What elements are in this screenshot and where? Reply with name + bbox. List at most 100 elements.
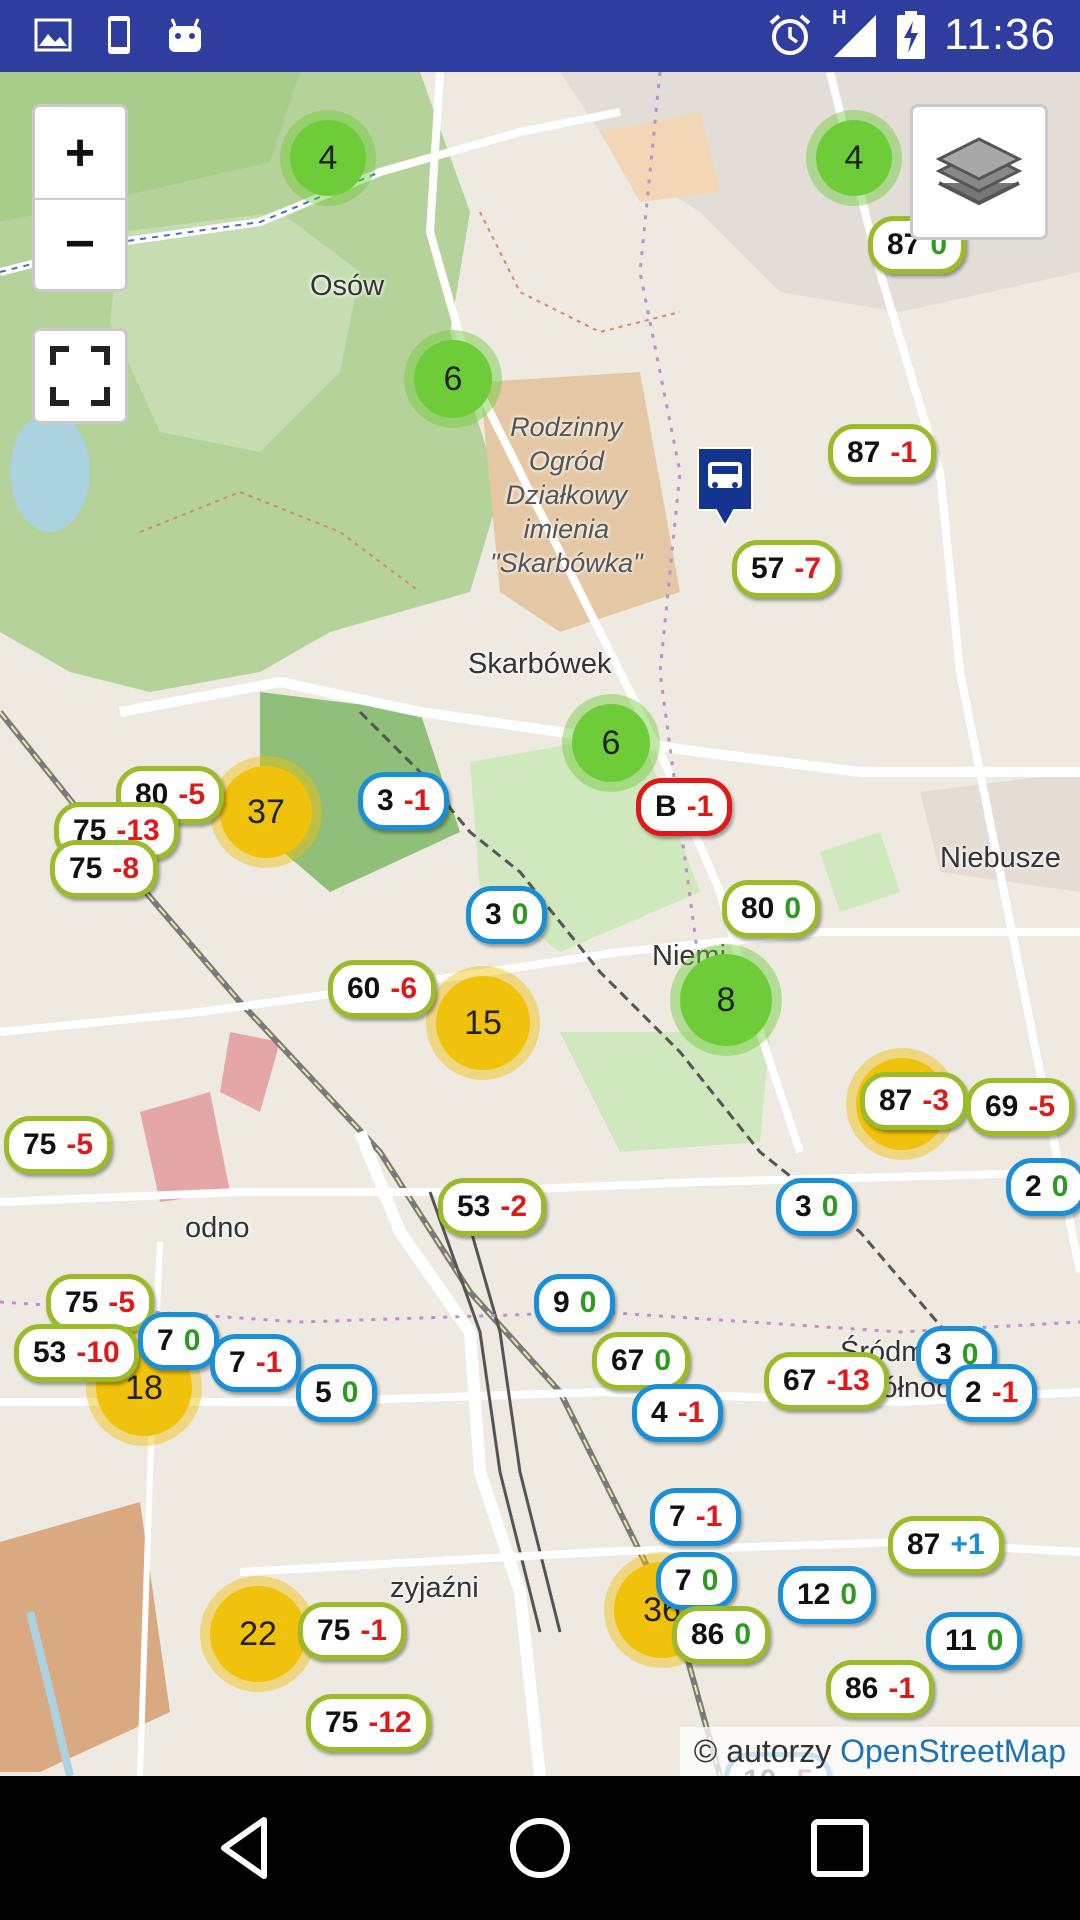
vehicle-marker[interactable]: 30 bbox=[776, 1178, 858, 1236]
openstreetmap-link[interactable]: OpenStreetMap bbox=[840, 1733, 1066, 1769]
vehicle-delay: -1 bbox=[403, 784, 431, 817]
network-type-label: H bbox=[832, 7, 847, 29]
vehicle-delay: -5 bbox=[178, 778, 206, 811]
cluster-count: 22 bbox=[210, 1586, 306, 1682]
vehicle-delay: -5 bbox=[66, 1128, 94, 1161]
vehicle-delay: 0 bbox=[511, 898, 529, 931]
vehicle-line: 3 bbox=[935, 1338, 952, 1371]
garden-label-line: Rodzinny bbox=[510, 412, 623, 442]
vehicle-line: 7 bbox=[229, 1346, 246, 1379]
zoom-in-button[interactable]: + bbox=[35, 107, 125, 200]
vehicle-line: 75 bbox=[317, 1614, 351, 1647]
vehicle-line: 69 bbox=[985, 1090, 1019, 1123]
bus-stop-icon[interactable] bbox=[694, 444, 758, 534]
vehicle-delay: -1 bbox=[888, 1672, 916, 1705]
image-icon bbox=[34, 18, 72, 52]
vehicle-marker[interactable]: 80 0 bbox=[722, 880, 821, 938]
vehicle-line: 2 bbox=[965, 1376, 982, 1409]
vehicle-marker[interactable]: 86 0 bbox=[672, 1606, 771, 1664]
vehicle-line: B bbox=[655, 790, 677, 823]
recents-button[interactable] bbox=[804, 1812, 876, 1884]
vehicle-delay: 0 bbox=[784, 892, 802, 925]
vehicle-marker[interactable]: 60 -6 bbox=[328, 960, 437, 1018]
vehicle-line: 67 bbox=[611, 1344, 645, 1377]
vehicle-marker[interactable]: 70 bbox=[656, 1552, 738, 1610]
vehicle-line: 75 bbox=[325, 1706, 359, 1739]
vehicle-marker[interactable]: 3 -1 bbox=[358, 772, 450, 830]
vehicle-line: 53 bbox=[33, 1336, 67, 1369]
system-nav-bar bbox=[0, 1776, 1080, 1920]
phone-icon bbox=[108, 16, 130, 54]
vehicle-marker[interactable]: 67 0 bbox=[592, 1332, 691, 1390]
layers-button[interactable] bbox=[910, 104, 1048, 240]
vehicle-marker[interactable]: 69 -5 bbox=[966, 1078, 1075, 1136]
cluster-count: 6 bbox=[414, 340, 492, 418]
cluster-count: 4 bbox=[290, 120, 366, 196]
vehicle-marker[interactable]: 75 -1 bbox=[298, 1602, 407, 1660]
vehicle-line: 5 bbox=[315, 1376, 332, 1409]
cluster-marker[interactable]: 8 bbox=[670, 944, 782, 1056]
vehicle-marker[interactable]: 12 0 bbox=[778, 1566, 877, 1624]
vehicle-delay: 0 bbox=[821, 1190, 839, 1223]
vehicle-line: 67 bbox=[783, 1364, 817, 1397]
vehicle-delay: -1 bbox=[677, 1396, 705, 1429]
vehicle-line: 75 bbox=[69, 852, 103, 885]
vehicle-marker[interactable]: 50 bbox=[296, 1364, 378, 1422]
home-button[interactable] bbox=[504, 1812, 576, 1884]
vehicle-marker[interactable]: 87 +1 bbox=[888, 1516, 1004, 1574]
vehicle-delay: -5 bbox=[108, 1286, 136, 1319]
vehicle-marker[interactable]: 67 -13 bbox=[764, 1352, 889, 1410]
vehicle-marker[interactable]: 75 -8 bbox=[50, 840, 159, 898]
fullscreen-icon bbox=[50, 346, 110, 406]
vehicle-line: 7 bbox=[669, 1500, 686, 1533]
cluster-marker[interactable]: 37 bbox=[210, 756, 322, 868]
vehicle-marker[interactable]: 20 bbox=[1006, 1158, 1080, 1216]
vehicle-marker[interactable]: 7 -1 bbox=[210, 1334, 302, 1392]
place-label-przyjazni: zyjaźni bbox=[390, 1572, 479, 1604]
cluster-marker[interactable]: 6 bbox=[404, 330, 502, 428]
status-bar: H 11:36 bbox=[0, 0, 1080, 72]
vehicle-marker[interactable]: 4 -1 bbox=[632, 1384, 724, 1442]
cluster-marker[interactable]: 4 bbox=[280, 110, 376, 206]
vehicle-marker[interactable]: 30 bbox=[466, 886, 548, 944]
vehicle-delay: -8 bbox=[112, 852, 140, 885]
vehicle-marker[interactable]: 90 bbox=[534, 1274, 616, 1332]
vehicle-delay: -1 bbox=[695, 1500, 723, 1533]
vehicle-marker[interactable]: 87 -1 bbox=[828, 424, 937, 482]
cluster-marker[interactable]: 6 bbox=[562, 694, 660, 792]
vehicle-marker[interactable]: 11 0 bbox=[926, 1612, 1023, 1670]
garden-label: Rodzinny Ogród Działkowy imienia "Skarbó… bbox=[490, 410, 643, 580]
cluster-count: 15 bbox=[436, 976, 530, 1070]
vehicle-marker[interactable]: 7 -1 bbox=[650, 1488, 742, 1546]
garden-label-line: Ogród bbox=[528, 446, 604, 476]
vehicle-marker[interactable]: 53 -10 bbox=[14, 1324, 139, 1382]
vehicle-marker[interactable]: 75 -12 bbox=[306, 1694, 431, 1752]
vehicle-marker[interactable]: B -1 bbox=[636, 778, 733, 836]
vehicle-line: 7 bbox=[675, 1564, 692, 1597]
vehicle-line: 2 bbox=[1025, 1170, 1042, 1203]
zoom-control: + − bbox=[32, 104, 128, 292]
garden-label-line: "Skarbówka" bbox=[490, 548, 643, 578]
vehicle-marker[interactable]: 2 -1 bbox=[946, 1364, 1038, 1422]
map-view[interactable]: Osów Skarbówek Niebusze Niemi Śródmi Pół… bbox=[0, 72, 1080, 1776]
attribution-prefix: © autorzy bbox=[693, 1733, 832, 1769]
layers-icon bbox=[935, 137, 1023, 206]
cluster-marker[interactable]: 15 bbox=[426, 966, 540, 1080]
vehicle-line: 11 bbox=[945, 1624, 977, 1657]
vehicle-line: 87 bbox=[907, 1528, 941, 1561]
vehicle-delay: -12 bbox=[368, 1706, 412, 1739]
vehicle-marker[interactable]: 87 -3 bbox=[860, 1072, 969, 1130]
zoom-out-button[interactable]: − bbox=[35, 198, 125, 289]
fullscreen-button[interactable] bbox=[32, 328, 128, 424]
vehicle-delay: -2 bbox=[500, 1190, 528, 1223]
vehicle-marker[interactable]: 75 -5 bbox=[4, 1116, 113, 1174]
cluster-marker[interactable]: 4 bbox=[806, 110, 902, 206]
cluster-count: 6 bbox=[572, 704, 650, 782]
cluster-count: 37 bbox=[220, 766, 312, 858]
vehicle-marker[interactable]: 53 -2 bbox=[438, 1178, 547, 1236]
vehicle-marker[interactable]: 86 -1 bbox=[826, 1660, 935, 1718]
vehicle-delay: -1 bbox=[360, 1614, 388, 1647]
vehicle-marker[interactable]: 70 bbox=[138, 1312, 220, 1370]
vehicle-marker[interactable]: 57 -7 bbox=[732, 540, 841, 598]
back-button[interactable] bbox=[208, 1812, 280, 1884]
